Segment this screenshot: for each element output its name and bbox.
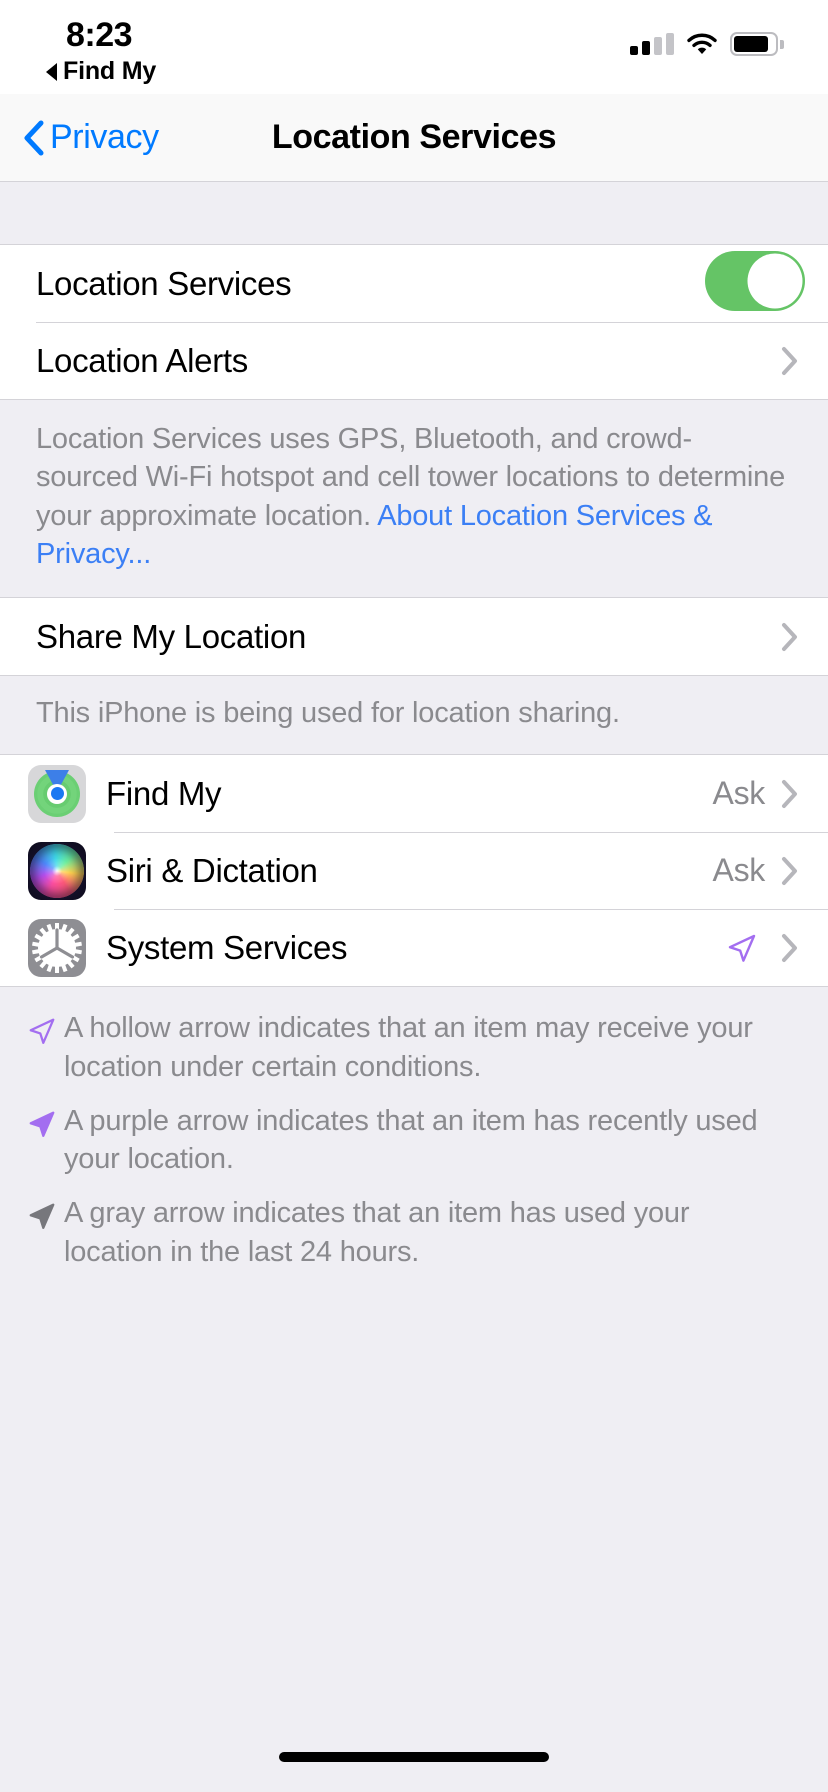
status-bar-left: 8:23 Find My [44,18,156,84]
row-location-services[interactable]: Location Services [0,245,828,322]
row-location-alerts[interactable]: Location Alerts [0,322,828,399]
legend-item: A purple arrow indicates that an item ha… [20,1102,792,1179]
iphone-screen: 8:23 Find My Privacy Location Services L… [0,0,828,1792]
row-find-my[interactable]: Find My Ask [0,755,828,833]
find-my-label: Find My [106,774,222,812]
legend-item: A gray arrow indicates that an item has … [20,1194,792,1271]
solid-gray-arrow-icon [20,1194,64,1232]
location-services-label: Location Services [36,264,292,302]
row-system-services[interactable]: System Services [0,909,828,987]
find-my-permission-value: Ask [712,775,766,812]
siri-app-icon [28,841,86,900]
share-my-location-footer: This iPhone is being used for location s… [36,697,620,730]
home-indicator[interactable] [279,1752,549,1762]
location-alerts-label: Location Alerts [36,341,248,379]
chevron-right-icon [781,856,798,886]
find-my-app-icon [28,764,86,823]
hollow-purple-arrow-icon [20,1009,64,1047]
legend-item: A hollow arrow indicates that an item ma… [20,1009,792,1086]
settings-scroll-view[interactable]: Location Services Location Alerts Locati… [0,182,828,1792]
location-services-footer: Location Services uses GPS, Bluetooth, a… [0,400,828,597]
wifi-icon [687,33,717,55]
row-share-my-location[interactable]: Share My Location [0,598,828,676]
share-my-location-label: Share My Location [36,617,307,655]
status-bar-right [630,32,784,56]
chevron-right-icon [781,779,798,809]
navigation-bar: Privacy Location Services [0,94,828,182]
status-bar: 8:23 Find My [0,0,828,94]
arrow-legend: A hollow arrow indicates that an item ma… [0,987,828,1297]
chevron-right-icon [781,346,798,376]
legend-text: A hollow arrow indicates that an item ma… [64,1012,753,1083]
system-services-gear-icon [28,918,86,977]
legend-text: A purple arrow indicates that an item ha… [64,1104,758,1176]
triangle-left-icon [46,62,57,81]
chevron-right-icon [781,933,798,963]
system-services-label: System Services [106,928,348,966]
top-spacer [0,182,828,244]
location-services-toggle[interactable] [704,250,806,317]
status-bar-back-label: Find My [63,57,157,85]
hollow-purple-arrow-icon [725,931,759,965]
back-button[interactable]: Privacy [0,118,159,157]
siri-permission-value: Ask [712,852,766,889]
siri-and-dictation-label: Siri & Dictation [106,851,318,889]
app-permissions-group: Find My Ask Siri & Dictation Ask System … [0,754,828,988]
chevron-right-icon [781,622,798,652]
status-bar-back-to-app[interactable]: Find My [44,59,156,84]
back-button-label: Privacy [50,118,159,156]
share-my-location-group: Share My Location [0,597,828,677]
chevron-left-icon [22,119,44,157]
cellular-signal-icon [630,33,674,55]
home-indicator-area [0,1722,828,1792]
legend-text: A gray arrow indicates that an item has … [64,1197,690,1268]
solid-purple-arrow-icon [20,1102,64,1140]
battery-icon [730,32,784,56]
row-siri-and-dictation[interactable]: Siri & Dictation Ask [0,832,828,910]
status-bar-clock: 8:23 [66,16,133,54]
location-services-group: Location Services Location Alerts [0,244,828,400]
